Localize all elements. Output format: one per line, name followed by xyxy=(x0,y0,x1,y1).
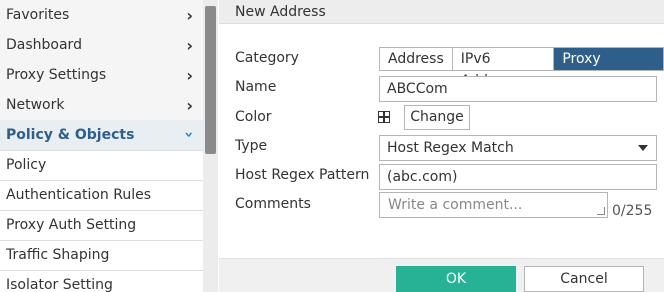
sidebar-item-policy[interactable]: Policy xyxy=(0,150,203,180)
sidebar-nav: Favorites › Dashboard › Proxy Settings ›… xyxy=(0,0,203,292)
resize-handle-icon[interactable] xyxy=(597,207,605,215)
comments-counter: 0/255 xyxy=(612,203,653,219)
category-selector: Address IPv6 Address Proxy Address xyxy=(379,47,664,89)
sidebar-scrollbar-thumb[interactable] xyxy=(205,6,216,154)
type-select-value: Host Regex Match xyxy=(387,140,514,156)
sidebar-item-label: Isolator Setting xyxy=(6,277,113,292)
sidebar-item-label: Policy & Objects xyxy=(6,126,135,143)
category-option-proxy-address[interactable]: Proxy Address xyxy=(554,48,663,89)
chevron-right-icon: › xyxy=(186,96,193,115)
sidebar-item-label: Proxy Settings xyxy=(6,66,107,83)
category-option-ipv6-address[interactable]: IPv6 Address xyxy=(452,48,555,89)
category-label: Category xyxy=(235,50,299,66)
sidebar-item-label: Favorites xyxy=(6,6,70,23)
sidebar-item-favorites[interactable]: Favorites › xyxy=(0,0,203,30)
color-swatch-icon[interactable] xyxy=(378,111,390,123)
sidebar-item-proxy-auth-setting[interactable]: Proxy Auth Setting xyxy=(0,210,203,240)
host-regex-pattern-field[interactable]: (abc.com) xyxy=(379,164,657,190)
comments-label: Comments xyxy=(235,196,311,212)
sidebar: Favorites › Dashboard › Proxy Settings ›… xyxy=(0,0,218,292)
cancel-button[interactable]: Cancel xyxy=(524,266,644,292)
color-label: Color xyxy=(235,109,272,125)
name-label: Name xyxy=(235,79,277,95)
sidebar-item-isolator-setting[interactable]: Isolator Setting xyxy=(0,270,203,292)
category-option-address[interactable]: Address xyxy=(380,48,453,70)
sidebar-item-label: Authentication Rules xyxy=(6,187,151,203)
chevron-right-icon: › xyxy=(186,6,193,25)
type-select[interactable]: Host Regex Match xyxy=(379,135,657,161)
chevron-right-icon: › xyxy=(186,66,193,85)
sidebar-item-network[interactable]: Network › xyxy=(0,90,203,120)
sidebar-item-traffic-shaping[interactable]: Traffic Shaping xyxy=(0,240,203,270)
caret-down-icon xyxy=(638,145,648,151)
sidebar-item-label: Proxy Auth Setting xyxy=(6,217,137,233)
sidebar-item-label: Traffic Shaping xyxy=(6,247,110,263)
sidebar-item-proxy-settings[interactable]: Proxy Settings › xyxy=(0,60,203,90)
new-address-panel: New Address Category Address IPv6 Addres… xyxy=(219,0,664,292)
panel-title: New Address xyxy=(219,0,664,24)
sidebar-item-authentication-rules[interactable]: Authentication Rules xyxy=(0,180,203,210)
sidebar-item-label: Policy xyxy=(6,157,47,173)
comments-placeholder: Write a comment... xyxy=(388,197,523,213)
comments-textarea[interactable]: Write a comment... xyxy=(379,192,608,218)
ok-button[interactable]: OK xyxy=(396,266,516,292)
sidebar-item-label: Dashboard xyxy=(6,36,82,53)
name-field[interactable]: ABCCom xyxy=(379,76,657,102)
type-label: Type xyxy=(235,138,268,154)
chevron-down-icon: › xyxy=(180,131,200,138)
sidebar-item-policy-objects[interactable]: Policy & Objects › xyxy=(0,120,203,150)
host-regex-pattern-label: Host Regex Pattern xyxy=(235,167,370,183)
sidebar-item-label: Network xyxy=(6,96,65,113)
change-color-button[interactable]: Change xyxy=(404,105,470,130)
chevron-right-icon: › xyxy=(186,36,193,55)
sidebar-item-dashboard[interactable]: Dashboard › xyxy=(0,30,203,60)
